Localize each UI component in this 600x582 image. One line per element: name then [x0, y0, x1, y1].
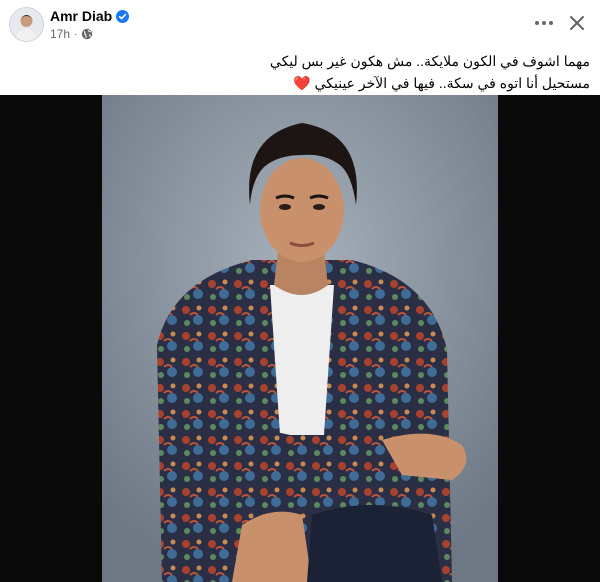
meta-separator: · [74, 28, 78, 40]
post-header: Amr Diab 17h · [0, 0, 600, 50]
close-icon [570, 16, 584, 30]
more-dot [542, 21, 546, 25]
heart-emoji: ❤️ [293, 75, 311, 91]
post-photo[interactable] [102, 95, 498, 582]
post-caption: مهما اشوف في الكون ملايكة.. مش هكون غير … [0, 50, 600, 94]
verified-badge-icon [116, 9, 130, 23]
post-media[interactable] [0, 95, 600, 582]
more-dot [549, 21, 553, 25]
author-avatar[interactable] [9, 7, 44, 42]
post-timestamp[interactable]: 17h [50, 27, 70, 41]
globe-icon[interactable] [81, 28, 93, 40]
author-line: Amr Diab [50, 8, 130, 24]
caption-line-2: مستحيل أنا اتوه في سكة.. فيها في الآخر ع… [0, 72, 590, 94]
close-button[interactable] [563, 10, 591, 36]
more-horizontal-icon [535, 21, 539, 25]
post-meta: 17h · [50, 27, 93, 41]
caption-line-2-text: مستحيل أنا اتوه في سكة.. فيها في الآخر ع… [314, 75, 590, 91]
caption-line-1: مهما اشوف في الكون ملايكة.. مش هكون غير … [269, 53, 590, 69]
author-name[interactable]: Amr Diab [50, 8, 112, 24]
more-options-button[interactable] [528, 10, 560, 36]
